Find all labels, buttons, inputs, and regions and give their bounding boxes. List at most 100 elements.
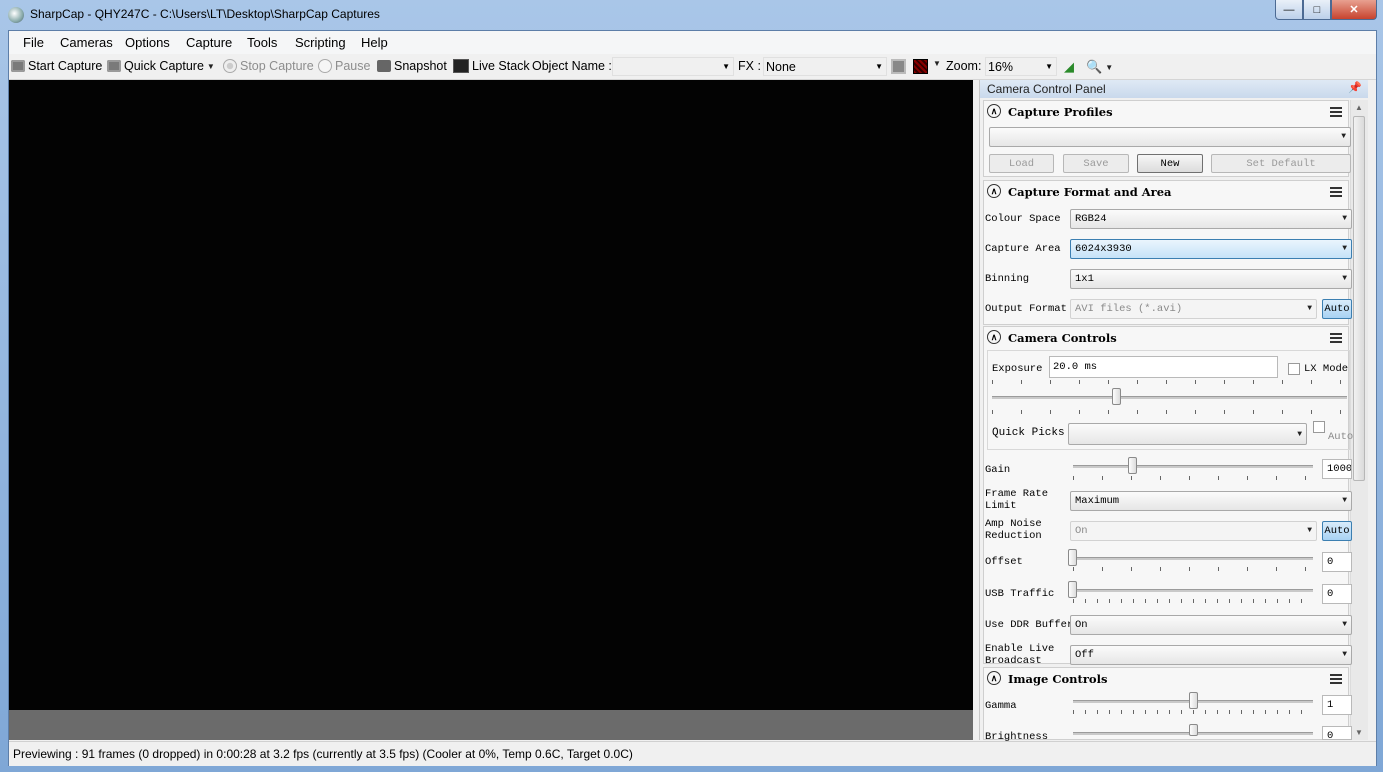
offset-input[interactable]: 0	[1322, 552, 1352, 572]
collapse-icon[interactable]: ∧	[987, 330, 1001, 344]
zoom-select[interactable]: 16% ▼	[985, 57, 1057, 76]
panel-title: Camera Control Panel	[987, 82, 1106, 96]
chevron-down-icon: ▼	[1297, 430, 1302, 439]
panel-scrollbar[interactable]: ▲ ▼	[1350, 100, 1368, 740]
collapse-icon[interactable]: ∧	[987, 104, 1001, 118]
gain-slider-track[interactable]	[1073, 465, 1313, 468]
quick-picks-auto-label: Auto	[1328, 431, 1354, 443]
lx-mode-checkbox[interactable]	[1288, 363, 1300, 375]
chevron-down-icon: ▼	[1307, 526, 1312, 535]
panel-header: Camera Control Panel 📌	[980, 80, 1368, 98]
scroll-up-icon[interactable]: ▲	[1355, 103, 1363, 112]
maximize-button[interactable]: □	[1303, 0, 1331, 20]
pause-button[interactable]: Pause	[318, 59, 370, 73]
reticle-overlay-icon[interactable]	[913, 59, 928, 74]
amp-noise-label-1: Amp Noise	[985, 518, 1042, 530]
capture-area-select[interactable]: 6024x3930 ▼	[1070, 239, 1352, 259]
usb-traffic-slider-track[interactable]	[1073, 589, 1313, 592]
pin-icon[interactable]: 📌	[1348, 81, 1362, 94]
menu-icon[interactable]	[1330, 107, 1342, 117]
set-default-profile-button[interactable]: Set Default	[1211, 154, 1351, 173]
gamma-input[interactable]: 1	[1322, 695, 1352, 715]
menu-icon[interactable]	[1330, 187, 1342, 197]
quick-picks-auto-checkbox[interactable]	[1313, 421, 1325, 433]
usb-traffic-slider-thumb[interactable]	[1068, 581, 1077, 598]
zoom-tool-icon[interactable]: 🔍 ▼	[1086, 59, 1113, 75]
camera-icon	[107, 60, 121, 72]
snapshot-button[interactable]: Snapshot	[377, 59, 447, 73]
scroll-down-icon[interactable]: ▼	[1355, 728, 1363, 737]
capture-profiles-header[interactable]: ∧ Capture Profiles	[984, 101, 1348, 123]
exposure-slider-thumb[interactable]	[1112, 388, 1121, 405]
collapse-icon[interactable]: ∧	[987, 671, 1001, 685]
stop-capture-button[interactable]: Stop Capture	[223, 59, 314, 73]
menu-options[interactable]: Options	[125, 35, 170, 50]
frame-rate-select[interactable]: Maximum ▼	[1070, 491, 1352, 511]
gamma-slider-thumb[interactable]	[1189, 692, 1198, 709]
output-format-auto-button[interactable]: Auto	[1322, 299, 1352, 319]
exposure-label: Exposure	[992, 363, 1043, 375]
exposure-slider-track[interactable]	[992, 396, 1347, 399]
offset-slider-track[interactable]	[1073, 557, 1313, 560]
live-broadcast-select[interactable]: Off ▼	[1070, 645, 1352, 665]
load-profile-button[interactable]: Load	[989, 154, 1054, 173]
start-capture-button[interactable]: Start Capture	[11, 59, 102, 73]
menu-cameras[interactable]: Cameras	[60, 35, 113, 50]
chevron-down-icon: ▼	[1307, 304, 1312, 313]
snapshot-icon	[377, 60, 391, 72]
menu-icon[interactable]	[1330, 674, 1342, 684]
capture-profile-select[interactable]: ▼	[989, 127, 1351, 147]
collapse-icon[interactable]: ∧	[987, 184, 1001, 198]
chevron-down-icon: ▼	[1342, 274, 1347, 283]
quick-picks-select[interactable]: ▼	[1068, 423, 1307, 445]
gain-slider-thumb[interactable]	[1128, 457, 1137, 474]
chevron-down-icon[interactable]: ▼	[207, 62, 215, 71]
minimize-button[interactable]: —	[1275, 0, 1303, 20]
amp-noise-select[interactable]: On ▼	[1070, 521, 1317, 541]
image-controls-section: ∧ Image Controls Gamma 1 Brightness 0	[983, 667, 1352, 743]
stop-icon	[223, 59, 237, 73]
offset-slider-thumb[interactable]	[1068, 549, 1077, 566]
quick-capture-button[interactable]: Quick Capture ▼	[107, 59, 215, 73]
brightness-slider-thumb[interactable]	[1189, 724, 1198, 736]
grey-box-icon[interactable]	[891, 59, 906, 74]
fx-select[interactable]: None ▼	[763, 57, 887, 76]
menu-scripting[interactable]: Scripting	[295, 35, 346, 50]
reticle-dropdown[interactable]: ▼	[933, 59, 941, 68]
colour-space-select[interactable]: RGB24 ▼	[1070, 209, 1352, 229]
chevron-down-icon: ▼	[875, 62, 883, 71]
capture-profiles-section: ∧ Capture Profiles ▼ Load Save New Set D…	[983, 100, 1351, 177]
sharpcap-logo-icon	[8, 7, 24, 23]
gain-input[interactable]: 1000	[1322, 459, 1352, 479]
histogram-icon[interactable]: ◢	[1064, 59, 1074, 75]
frame-rate-label-1: Frame Rate	[985, 488, 1049, 500]
image-controls-header[interactable]: ∧ Image Controls	[984, 668, 1348, 690]
new-profile-button[interactable]: New	[1137, 154, 1203, 173]
close-button[interactable]: ✕	[1331, 0, 1377, 20]
live-stack-button[interactable]: Live Stack	[453, 59, 530, 73]
save-profile-button[interactable]: Save	[1063, 154, 1129, 173]
menu-help[interactable]: Help	[361, 35, 388, 50]
image-preview[interactable]	[9, 80, 973, 710]
capture-format-header[interactable]: ∧ Capture Format and Area	[984, 181, 1348, 203]
quick-picks-label: Quick Picks	[992, 427, 1065, 439]
scrollbar-thumb[interactable]	[1353, 116, 1365, 481]
menu-file[interactable]: File	[23, 35, 44, 50]
camera-controls-header[interactable]: ∧ Camera Controls	[984, 327, 1348, 349]
client-area: File Cameras Options Capture Tools Scrip…	[8, 30, 1377, 766]
usb-traffic-label: USB Traffic	[985, 588, 1055, 600]
title-bar[interactable]: SharpCap - QHY247C - C:\Users\LT\Desktop…	[0, 0, 1383, 30]
exposure-input[interactable]: 20.0 ms	[1049, 356, 1278, 378]
object-name-input[interactable]: ▼	[612, 57, 734, 76]
gamma-label: Gamma	[985, 700, 1017, 712]
binning-select[interactable]: 1x1 ▼	[1070, 269, 1352, 289]
ddr-buffer-select[interactable]: On ▼	[1070, 615, 1352, 635]
output-format-select[interactable]: AVI files (*.avi) ▼	[1070, 299, 1317, 319]
menu-capture[interactable]: Capture	[186, 35, 232, 50]
menu-icon[interactable]	[1330, 333, 1342, 343]
menu-tools[interactable]: Tools	[247, 35, 277, 50]
amp-noise-auto-button[interactable]: Auto	[1322, 521, 1352, 541]
brightness-input[interactable]: 0	[1322, 726, 1352, 740]
close-icon: ✕	[1349, 4, 1359, 16]
usb-traffic-input[interactable]: 0	[1322, 584, 1352, 604]
